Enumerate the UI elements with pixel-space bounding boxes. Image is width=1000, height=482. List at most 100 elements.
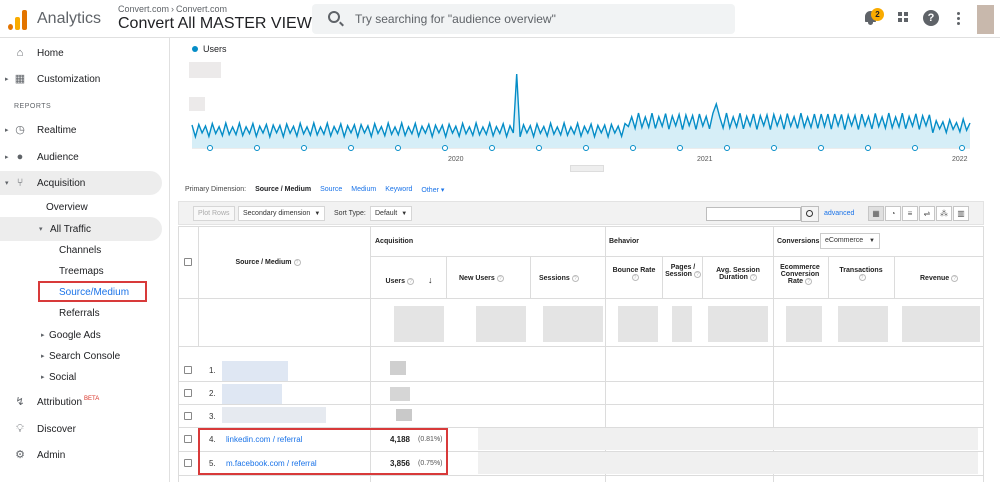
- help-icon[interactable]: ?: [951, 275, 959, 282]
- annotation-marker[interactable]: [583, 145, 589, 151]
- sidebar-item-label: Search Console: [49, 350, 121, 362]
- more-vert-icon[interactable]: [955, 9, 973, 27]
- help-icon[interactable]: ?: [631, 274, 639, 281]
- sidebar-item-realtime[interactable]: ▸ ◷ Realtime: [0, 118, 162, 142]
- transactions-column-header[interactable]: Transactions?: [830, 267, 892, 281]
- table-row[interactable]: 2.: [178, 382, 984, 405]
- avatar[interactable]: [977, 5, 994, 34]
- annotation-marker[interactable]: [442, 145, 448, 151]
- row-checkbox[interactable]: [184, 459, 192, 467]
- help-icon[interactable]: ?: [406, 278, 414, 285]
- sidebar-item-overview[interactable]: Overview: [0, 195, 162, 219]
- row-checkbox[interactable]: [184, 366, 192, 374]
- expand-arrow-icon: ▸: [41, 332, 45, 339]
- redacted-total: [708, 306, 768, 342]
- redacted-total: [838, 306, 888, 342]
- annotation-marker[interactable]: [865, 145, 871, 151]
- help-icon[interactable]: ?: [693, 271, 701, 278]
- dimension-medium[interactable]: Medium: [351, 186, 376, 194]
- bounce-rate-column-header[interactable]: Bounce Rate?: [607, 267, 661, 281]
- annotation-marker[interactable]: [771, 145, 777, 151]
- annotation-marker[interactable]: [536, 145, 542, 151]
- help-icon[interactable]: ?: [571, 275, 579, 282]
- pie-view-icon[interactable]: ◔: [885, 206, 901, 221]
- select-all-checkbox[interactable]: [184, 258, 192, 266]
- row-checkbox[interactable]: [184, 389, 192, 397]
- annotation-marker[interactable]: [395, 145, 401, 151]
- annotation-marker[interactable]: [207, 145, 213, 151]
- users-column-header[interactable]: Users? ↓: [374, 275, 444, 285]
- row-checkbox[interactable]: [184, 412, 192, 420]
- dimension-source[interactable]: Source: [320, 186, 342, 194]
- sidebar-item-discover[interactable]: 💡︎ Discover: [0, 417, 162, 441]
- dimension-column-header[interactable]: Source / Medium?: [208, 259, 328, 266]
- dimension-other[interactable]: Other ▾: [421, 186, 444, 194]
- advanced-filter-link[interactable]: advanced: [824, 210, 854, 217]
- plot-rows-button[interactable]: Plot Rows: [193, 206, 235, 221]
- comparison-view-icon[interactable]: ⇌: [919, 206, 935, 221]
- series-dot: [192, 46, 198, 52]
- sidebar-item-referrals[interactable]: Referrals: [0, 301, 162, 325]
- help-icon[interactable]: ?: [293, 259, 301, 266]
- annotation-marker[interactable]: [254, 145, 260, 151]
- redacted-total: [786, 306, 822, 342]
- header-label: Source / Medium: [235, 259, 292, 266]
- lightbulb-icon: 💡︎: [16, 423, 24, 435]
- search-bar[interactable]: Try searching for "audience overview": [312, 4, 735, 34]
- chart-resize-handle[interactable]: [570, 165, 604, 172]
- sidebar-item-acquisition[interactable]: ▾ ⑂ Acquisition: [0, 171, 162, 195]
- help-icon[interactable]: ?: [496, 275, 504, 282]
- header-label: New Users: [459, 275, 495, 282]
- sidebar-item-admin[interactable]: ⚙ Admin: [0, 443, 162, 467]
- annotation-marker[interactable]: [912, 145, 918, 151]
- help-icon[interactable]: ?: [923, 10, 939, 26]
- table-view-icon[interactable]: ▦: [868, 206, 884, 221]
- dimension-keyword[interactable]: Keyword: [385, 186, 412, 194]
- help-icon[interactable]: ?: [858, 274, 866, 281]
- highlight-box: [198, 428, 448, 475]
- sort-type-label: Sort Type:: [334, 210, 366, 217]
- analytics-logo-icon[interactable]: [8, 8, 28, 30]
- annotation-marker[interactable]: [959, 145, 965, 151]
- sidebar-item-attribution[interactable]: ↯ Attribution BETA: [0, 390, 162, 414]
- conversions-dropdown[interactable]: eCommerce ▼: [820, 233, 880, 249]
- sidebar-item-social[interactable]: ▸ Social: [0, 365, 162, 389]
- pivot-view-icon[interactable]: ▥: [953, 206, 969, 221]
- help-icon[interactable]: ?: [805, 278, 813, 285]
- performance-view-icon[interactable]: ≡: [902, 206, 918, 221]
- term-cloud-view-icon[interactable]: ⁂: [936, 206, 952, 221]
- account-breadcrumb[interactable]: Convert.com › Convert.com: [118, 4, 227, 14]
- sidebar-item-label: Home: [37, 47, 64, 59]
- annotation-marker[interactable]: [677, 145, 683, 151]
- pages-session-column-header[interactable]: Pages / Session?: [664, 264, 702, 278]
- table-row[interactable]: 3.: [178, 405, 984, 428]
- annotation-marker[interactable]: [489, 145, 495, 151]
- view-selector[interactable]: Convert All MASTER VIEW▼: [118, 15, 325, 33]
- avg-session-column-header[interactable]: Avg. Session Duration?: [706, 267, 770, 281]
- sidebar-item-home[interactable]: ⌂ Home: [0, 41, 162, 65]
- apps-grid-icon[interactable]: [895, 9, 913, 27]
- sidebar-item-customization[interactable]: ▸ ▦ Customization: [0, 67, 162, 91]
- annotation-marker[interactable]: [818, 145, 824, 151]
- sort-desc-icon: ↓: [427, 275, 433, 285]
- annotation-marker[interactable]: [301, 145, 307, 151]
- redacted-total: [543, 306, 603, 342]
- dimension-source-medium[interactable]: Source / Medium: [255, 186, 311, 194]
- annotation-marker[interactable]: [348, 145, 354, 151]
- help-icon[interactable]: ?: [749, 274, 757, 281]
- secondary-dimension-dropdown[interactable]: Secondary dimension ▼: [238, 206, 326, 221]
- annotation-marker[interactable]: [630, 145, 636, 151]
- table-filter-input[interactable]: [706, 207, 801, 221]
- row-checkbox[interactable]: [184, 435, 192, 443]
- sessions-column-header[interactable]: Sessions?: [539, 275, 579, 282]
- annotation-marker[interactable]: [724, 145, 730, 151]
- sidebar-item-audience[interactable]: ▸ ● Audience: [0, 145, 162, 169]
- sort-type-dropdown[interactable]: Default ▼: [370, 206, 413, 221]
- ecommerce-rate-column-header[interactable]: Ecommerce Conversion Rate?: [774, 264, 826, 285]
- collapse-arrow-icon: ▾: [39, 226, 43, 233]
- chart-legend: Users: [192, 44, 227, 54]
- search-icon[interactable]: [801, 206, 819, 222]
- table-row[interactable]: 1.: [178, 359, 984, 382]
- new-users-column-header[interactable]: New Users?: [459, 275, 504, 282]
- revenue-column-header[interactable]: Revenue?: [920, 275, 959, 282]
